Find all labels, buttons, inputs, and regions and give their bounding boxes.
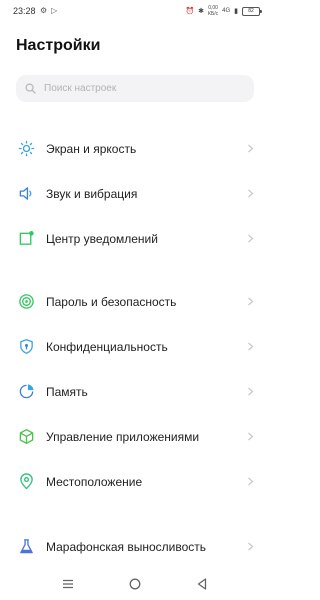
- app-cube-icon: [17, 428, 35, 446]
- settings-item-label: Марафонская выносливость: [46, 539, 207, 554]
- security-icon: [17, 293, 35, 311]
- settings-item-label: Местоположение: [46, 474, 143, 489]
- alarm-icon: ⏰: [185, 8, 195, 15]
- speaker-icon: [17, 185, 35, 203]
- chevron-right-icon: [248, 387, 254, 396]
- chevron-right-icon: [248, 432, 254, 441]
- chevron-right-icon: [248, 297, 254, 306]
- chevron-right-icon: [248, 234, 254, 243]
- settings-item-security[interactable]: Пароль и безопасность: [0, 279, 270, 324]
- back-triangle-icon[interactable]: [194, 576, 210, 592]
- status-bar: 23:28 ⚙ ▷ ⏰ ✱ 0,00 КБ/с 4G ▮ 82: [0, 0, 270, 26]
- battery-flask-icon: [17, 538, 35, 556]
- settings-item-label: Центр уведомлений: [46, 231, 158, 246]
- chevron-right-icon: [248, 189, 254, 198]
- storage-pie-icon: [17, 383, 35, 401]
- settings-item-label: Конфиденциальность: [46, 339, 168, 354]
- settings-item-label: Пароль и безопасность: [46, 294, 177, 309]
- settings-item-label: Управление приложениями: [46, 429, 200, 444]
- network-type: 4G: [222, 8, 231, 14]
- settings-item-notifications[interactable]: Центр уведомлений: [0, 216, 270, 261]
- recents-menu-icon[interactable]: [60, 576, 76, 592]
- chevron-right-icon: [248, 542, 254, 551]
- brightness-icon: [17, 140, 35, 158]
- network-speed: 0,00 КБ/с: [208, 5, 219, 17]
- settings-item-sound[interactable]: Звук и вибрация: [0, 171, 270, 216]
- search-input[interactable]: [42, 82, 246, 95]
- chevron-right-icon: [248, 477, 254, 486]
- settings-item-label: Звук и вибрация: [46, 186, 138, 201]
- settings-item-privacy[interactable]: Конфиденциальность: [0, 324, 270, 369]
- settings-item-location[interactable]: Местоположение: [0, 459, 270, 504]
- notification-center-icon: [17, 230, 35, 248]
- status-time: 23:28: [13, 6, 36, 16]
- settings-item-endurance[interactable]: Марафонская выносливость: [0, 524, 270, 569]
- home-circle-icon[interactable]: [127, 576, 143, 592]
- settings-item-storage[interactable]: Память: [0, 369, 270, 414]
- settings-item-label: Память: [46, 384, 88, 399]
- page-title: Настройки: [16, 37, 101, 54]
- settings-group-system: Пароль и безопасность Конфиденциальность…: [0, 279, 270, 504]
- gear-icon: ⚙: [40, 6, 48, 15]
- navigation-bar: [0, 568, 270, 600]
- settings-group-display: Экран и яркость Звук и вибрация Центр ув…: [0, 126, 270, 261]
- settings-item-label: Экран и яркость: [46, 141, 137, 156]
- chevron-right-icon: [248, 144, 254, 153]
- battery-icon: 82: [242, 6, 262, 16]
- chevron-right-icon: [248, 342, 254, 351]
- media-play-icon: ▷: [51, 6, 58, 15]
- privacy-shield-icon: [17, 338, 35, 356]
- signal-icon: ▮: [234, 8, 238, 15]
- bluetooth-icon: ✱: [198, 8, 205, 15]
- settings-item-apps[interactable]: Управление приложениями: [0, 414, 270, 459]
- settings-group-battery: Марафонская выносливость: [0, 524, 270, 569]
- search-box[interactable]: [16, 75, 254, 102]
- search-icon: [25, 83, 36, 94]
- settings-item-display[interactable]: Экран и яркость: [0, 126, 270, 171]
- location-pin-icon: [17, 473, 35, 491]
